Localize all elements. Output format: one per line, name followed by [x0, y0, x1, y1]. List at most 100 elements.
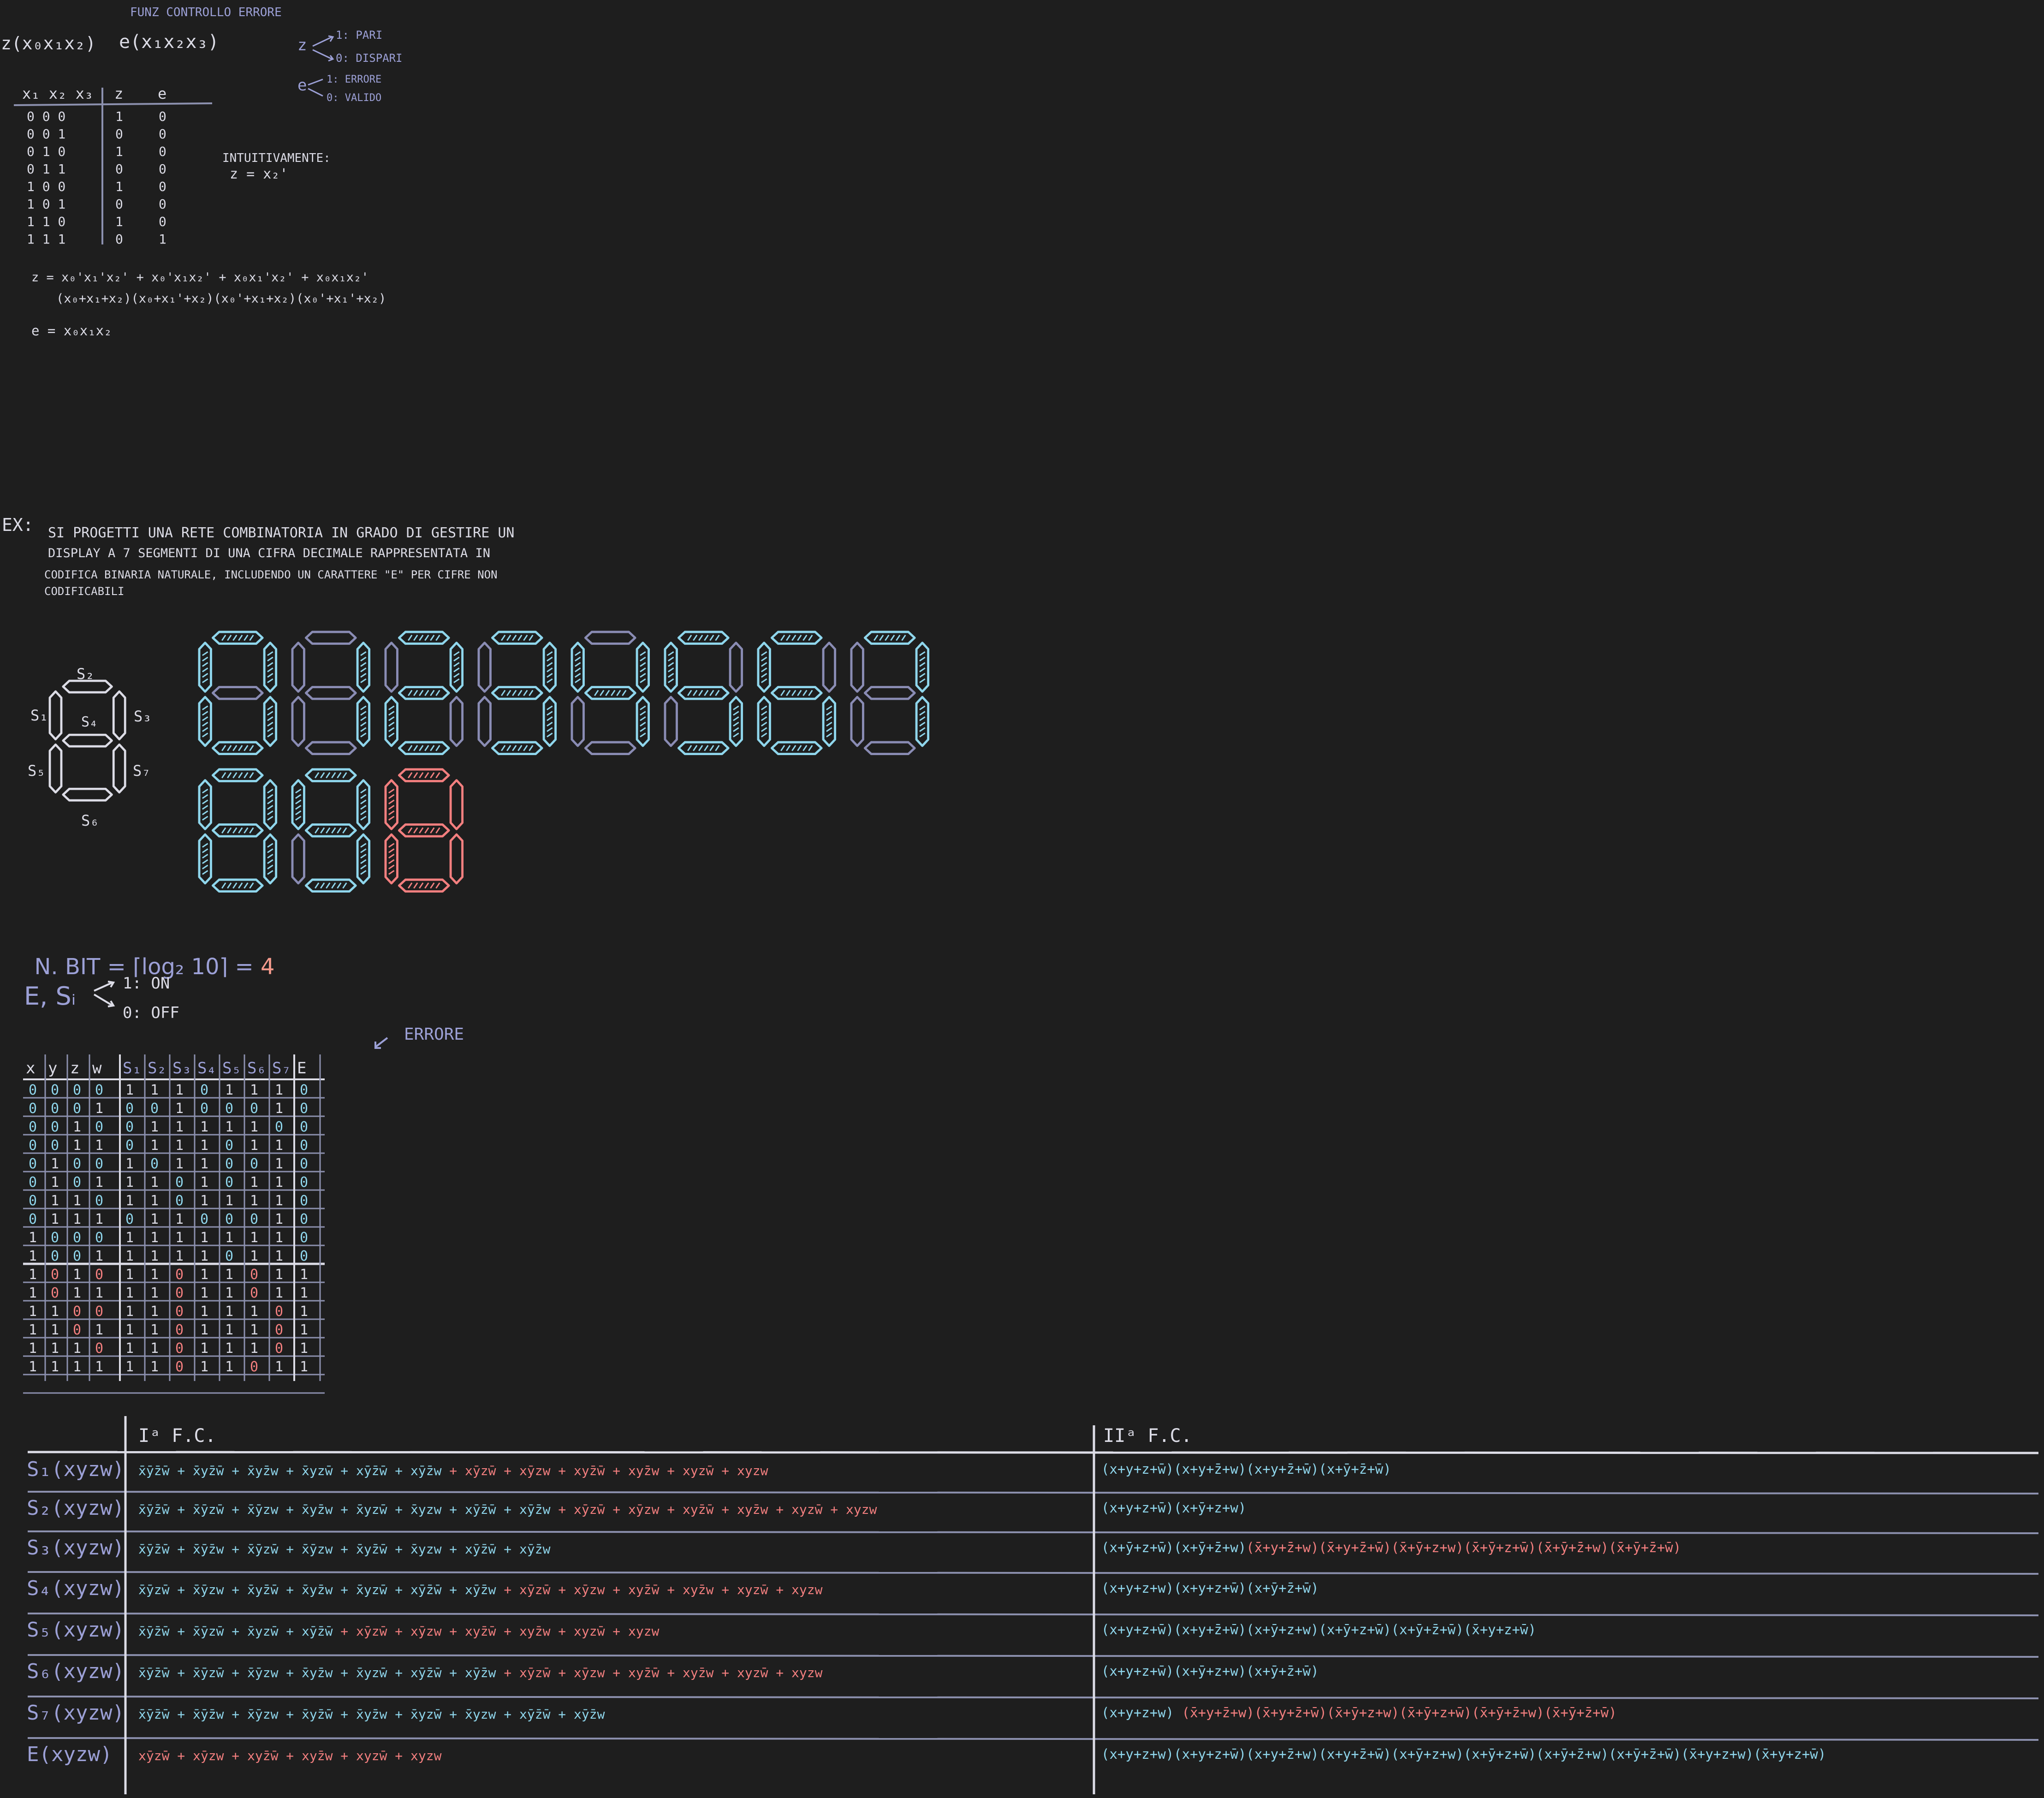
truth-table-cell: 1 — [275, 1230, 284, 1246]
segment-s4 — [863, 686, 916, 700]
segment-s5 — [291, 833, 305, 885]
truth-table-cell: 0 — [51, 1101, 59, 1117]
segment-s6 — [62, 787, 113, 802]
truth-table-cell: 0 — [51, 1119, 59, 1135]
segment-s6 — [398, 878, 450, 893]
truth-table-cell: 0 — [95, 1156, 104, 1172]
drawing-layer — [13, 35, 2039, 1794]
minterms-dont-care: + xȳzw̄ + xȳzw + xyz̄w̄ + xyz̄w + xyzw̄ … — [504, 1582, 823, 1597]
segment-s5 — [757, 696, 771, 747]
truth-table-cell: 1 — [175, 1119, 184, 1135]
segment-s5 — [664, 696, 678, 747]
segment-s5 — [198, 696, 212, 747]
truth-table-cell: 1 — [275, 1248, 284, 1264]
maxterms-valid: (x+ȳ+z+w̄)(x+ȳ+z̄+w) — [1101, 1540, 1247, 1555]
segment-s6 — [863, 741, 916, 756]
truth-table-cell: 1 — [125, 1285, 134, 1301]
segment-s3 — [542, 642, 557, 693]
segment-s1 — [664, 642, 678, 693]
segment-s6 — [398, 741, 450, 756]
truth-table-cell: 1 — [150, 1193, 159, 1209]
truth-table-cell: 1 — [95, 1322, 104, 1338]
segment-s4 — [62, 733, 113, 748]
digit-display-9 — [291, 768, 371, 893]
second-canonical-form: (x+y+z+w) (x̄+y+z̄+w)(x̄+y+z̄+w̄)(x̄+ȳ+z… — [1101, 1705, 1616, 1721]
truth-table-cell: 1 — [125, 1267, 134, 1283]
segment-s6 — [304, 741, 357, 756]
truth-table-cell: 1 — [275, 1267, 284, 1283]
truth-table-cell: 1 — [150, 1340, 159, 1357]
truth-table-cell: 1 — [200, 1137, 209, 1154]
digit-display-3 — [477, 631, 557, 756]
truth-table-cell: 1 — [150, 1322, 159, 1338]
segment-s1 — [198, 779, 212, 830]
segment-s5 — [384, 696, 398, 747]
segment-s1 — [198, 642, 212, 693]
digit-display-E — [384, 768, 464, 893]
truth-table-cell: 0 — [300, 1174, 309, 1191]
truth-table-cell: 1 — [200, 1359, 209, 1375]
truth-table-cell: 0 — [225, 1101, 234, 1117]
maxterms-dont-care: (x̄+y+z̄+w)(x̄+y+z̄+w̄)(x̄+ȳ+z+w)(x̄+ȳ+z… — [1246, 1540, 1682, 1555]
truth-table-cell: 0 — [300, 1137, 309, 1154]
truth-table-header: y — [48, 1059, 58, 1078]
segment-s7 — [915, 696, 930, 747]
truth-table-header: S₂ — [148, 1059, 166, 1078]
truth-table-cell: 0 — [95, 1193, 104, 1209]
truth-table-cell: 1 — [150, 1267, 159, 1283]
segment-s4 — [304, 823, 357, 838]
segment-s3 — [263, 779, 278, 830]
segment-s4 — [770, 686, 823, 700]
truth-table-cell: 1 — [275, 1211, 284, 1227]
segment-s7 — [449, 696, 464, 747]
first-canonical-form: x̄ȳz̄w̄ + x̄ȳzw̄ + x̄ȳzw + x̄yz̄w + x̄yz… — [138, 1665, 822, 1680]
segment-s2 — [211, 631, 264, 645]
truth-table-cell: 1 — [95, 1174, 104, 1191]
segment-s1 — [757, 642, 771, 693]
truth-table-cell: 1 — [125, 1230, 134, 1246]
truth-table-cell: 1 — [51, 1193, 59, 1209]
segment-s5 — [384, 833, 398, 885]
truth-table-cell: 0 — [95, 1230, 104, 1246]
truth-table-cell: 0 — [275, 1322, 284, 1338]
digit-display-4 — [570, 631, 650, 756]
truth-table-cell: 1 — [250, 1174, 259, 1191]
errore-label: ERRORE — [404, 1025, 464, 1044]
first-canonical-form: x̄ȳz̄w̄ + x̄ȳzw̄ + x̄ȳzw + x̄yz̄w + x̄yz… — [138, 1502, 877, 1517]
segment-s3 — [822, 642, 837, 693]
digit-display-0 — [198, 631, 278, 756]
segment-s1 — [384, 642, 398, 693]
segment-s3 — [263, 642, 278, 693]
digit-display-6 — [757, 631, 837, 756]
segment-s4 — [398, 823, 450, 838]
truth-table-cell: 1 — [225, 1267, 234, 1283]
truth-table-cell: 0 — [250, 1359, 259, 1375]
truth-table-cell: 0 — [225, 1137, 234, 1154]
truth-table-cell: 1 — [250, 1137, 259, 1154]
forms-grid-line — [27, 1696, 2039, 1699]
truth-table-cell: 0 — [275, 1340, 284, 1357]
segment-s2 — [770, 631, 823, 645]
segment-s3 — [112, 690, 126, 741]
truth-table-cell: 1 — [225, 1304, 234, 1320]
minterms-dont-care: + xȳzw̄ + xȳzw + xyz̄w̄ + xyz̄w + xyzw̄ … — [340, 1624, 660, 1639]
truth-table-cell: 1 — [150, 1211, 159, 1227]
truth-table-cell: 1 — [51, 1211, 59, 1227]
segment-s5 — [570, 696, 585, 747]
truth-table-cell: 0 — [125, 1101, 134, 1117]
second-canonical-form: (x+y+z+w̄)(x+y+z̄+w̄)(x+ȳ+z+w)(x+ȳ+z+w̄)… — [1101, 1622, 1536, 1637]
truth-table-cell: 0 — [175, 1193, 184, 1209]
segment-s6 — [304, 878, 357, 893]
truth-table-cell: 1 — [51, 1156, 59, 1172]
truth-table-cell: 1 — [300, 1340, 309, 1357]
truth-table-cell: 1 — [250, 1322, 259, 1338]
truth-table-cell: 1 — [150, 1082, 159, 1098]
truth-table-cell: 0 — [300, 1211, 309, 1227]
truth-table-cell: 0 — [73, 1322, 82, 1338]
truth-table-cell: 1 — [250, 1304, 259, 1320]
segment-label-s5: S₅ — [28, 762, 46, 780]
minterms-dont-care: xȳzw̄ + xȳzw + xyz̄w̄ + xyz̄w + xyzw̄ + … — [138, 1748, 442, 1763]
segment-s7 — [356, 833, 371, 885]
truth-table-cell: 0 — [73, 1174, 82, 1191]
truth-table-cell: 0 — [73, 1082, 82, 1098]
